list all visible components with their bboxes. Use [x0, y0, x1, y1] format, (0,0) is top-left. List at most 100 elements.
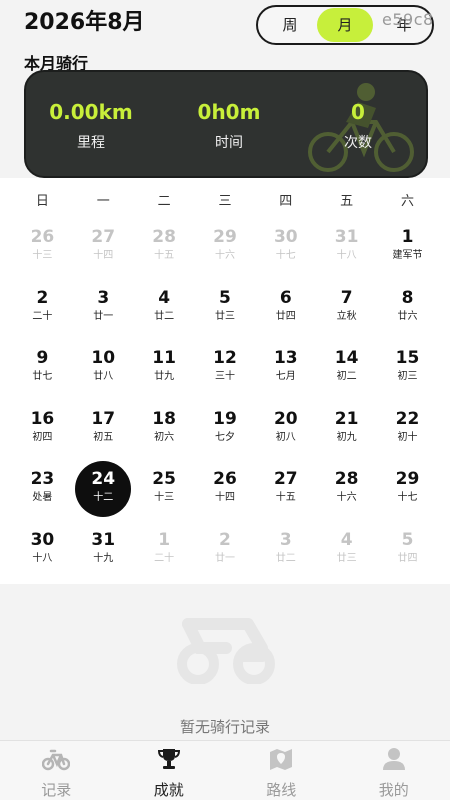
- lunar-date: 十七: [275, 250, 296, 261]
- lunar-date: 廿四: [397, 552, 418, 564]
- calendar-day[interactable]: 25 十三: [134, 467, 195, 528]
- lunar-date: 十三: [154, 492, 175, 503]
- day-number: 24: [91, 469, 116, 489]
- lunar-date: 廿九: [154, 371, 175, 382]
- calendar-day[interactable]: 12 三十: [195, 346, 256, 407]
- calendar-day[interactable]: 13 七月: [255, 346, 316, 407]
- segment-month[interactable]: 月: [317, 8, 373, 42]
- calendar-day[interactable]: 8 廿六: [377, 286, 438, 347]
- lunar-date: 十六: [214, 250, 235, 261]
- calendar-day[interactable]: 19 七夕: [195, 407, 256, 468]
- calendar-day[interactable]: 14 初二: [316, 346, 377, 407]
- day-number: 17: [91, 408, 116, 429]
- day-number: 4: [340, 529, 353, 550]
- lunar-date: 十四: [93, 250, 114, 261]
- calendar-day[interactable]: 7 立秋: [316, 286, 377, 347]
- header: 2026年8月 周 月 年 e59c8 本月骑行 0.00km 里程 0h0m …: [0, 0, 450, 178]
- tab-routes[interactable]: 路线: [225, 741, 338, 800]
- calendar-day[interactable]: 5 廿四: [377, 528, 438, 589]
- calendar-day[interactable]: 1 二十: [134, 528, 195, 589]
- lunar-date: 十八: [336, 250, 357, 261]
- lunar-date: 廿二: [275, 552, 296, 564]
- day-number: 10: [91, 348, 116, 368]
- day-number: 22: [395, 408, 420, 429]
- lunar-date: 十五: [154, 250, 175, 261]
- month-calendar: 日 一 二 三 四 五 六 26 十三 27 十四 28 十五 29 十六 30 十七 31 十八 1 建…: [0, 178, 450, 584]
- lunar-date: 七夕: [214, 431, 235, 443]
- day-number: 19: [213, 408, 237, 429]
- month-title[interactable]: 2026年8月: [24, 4, 145, 36]
- bottom-tab-bar: 记录 成就 路线 我的: [0, 740, 450, 800]
- tab-profile-label: 我的: [378, 781, 409, 799]
- calendar-day[interactable]: 3 廿二: [255, 528, 316, 589]
- lunar-date: 十四: [214, 492, 235, 503]
- calendar-day[interactable]: 31 十九: [73, 528, 134, 589]
- lunar-date: 处暑: [32, 492, 53, 503]
- day-number: 5: [401, 529, 414, 550]
- day-number: 1: [401, 227, 414, 247]
- person-icon: [382, 748, 405, 770]
- calendar-day[interactable]: 28 十六: [316, 467, 377, 528]
- calendar-day[interactable]: 30 十七: [255, 225, 316, 286]
- calendar-day[interactable]: 31 十八: [316, 225, 377, 286]
- weekday-label: 二: [157, 194, 171, 209]
- calendar-day[interactable]: 23 处暑: [12, 467, 73, 528]
- lunar-date: 立秋: [336, 310, 357, 322]
- calendar-day[interactable]: 22 初十: [377, 407, 438, 468]
- weekday-label: 四: [279, 194, 293, 209]
- calendar-day[interactable]: 27 十五: [255, 467, 316, 528]
- day-number: 21: [334, 408, 359, 429]
- day-number: 2: [36, 287, 49, 308]
- lunar-date: 初九: [336, 431, 357, 443]
- day-number: 14: [334, 348, 359, 368]
- calendar-day[interactable]: 3 廿一: [73, 286, 134, 347]
- calendar-day[interactable]: 1 建军节: [377, 225, 438, 286]
- calendar-day[interactable]: 6 廿四: [255, 286, 316, 347]
- calendar-day[interactable]: 27 十四: [73, 225, 134, 286]
- lunar-date: 廿一: [93, 310, 114, 322]
- calendar-day[interactable]: 10 廿八: [73, 346, 134, 407]
- day-number: 11: [152, 348, 176, 368]
- calendar-day[interactable]: 11 廿九: [134, 346, 195, 407]
- calendar-day[interactable]: 18 初六: [134, 407, 195, 468]
- day-number: 5: [219, 287, 231, 308]
- calendar-day[interactable]: 26 十四: [195, 467, 256, 528]
- calendar-day[interactable]: 21 初九: [316, 407, 377, 468]
- calendar-day[interactable]: 30 十八: [12, 528, 73, 589]
- day-number: 28: [152, 227, 176, 247]
- day-number: 27: [91, 227, 116, 247]
- calendar-day[interactable]: 26 十三: [12, 225, 73, 286]
- calendar-day[interactable]: 15 初三: [377, 346, 438, 407]
- stat-time: 0h0m 时间: [184, 100, 274, 152]
- calendar-day[interactable]: 2 二十: [12, 286, 73, 347]
- tab-profile[interactable]: 我的: [338, 741, 450, 800]
- calendar-day-selected[interactable]: 24 十二: [73, 461, 134, 528]
- tab-routes-label: 路线: [266, 781, 297, 799]
- day-number: 16: [30, 408, 55, 429]
- calendar-day[interactable]: 16 初四: [12, 407, 73, 468]
- day-number: 7: [340, 287, 353, 308]
- calendar-day[interactable]: 2 廿一: [195, 528, 256, 589]
- day-number: 3: [279, 529, 292, 550]
- day-number: 25: [152, 469, 176, 489]
- calendar-day[interactable]: 28 十五: [134, 225, 195, 286]
- calendar-day[interactable]: 4 廿二: [134, 286, 195, 347]
- lunar-date: 廿一: [214, 552, 235, 564]
- calendar-day[interactable]: 5 廿三: [195, 286, 256, 347]
- calendar-day[interactable]: 9 廿七: [12, 346, 73, 407]
- tab-achievements[interactable]: 成就: [113, 741, 226, 800]
- stat-count-label: 次数: [344, 135, 372, 151]
- calendar-day[interactable]: 29 十六: [195, 225, 256, 286]
- tab-records[interactable]: 记录: [0, 741, 113, 800]
- lunar-date: 初八: [275, 431, 296, 443]
- stat-count: 0 次数: [322, 100, 394, 152]
- lunar-date: 廿七: [32, 371, 53, 382]
- segment-week[interactable]: 周: [266, 8, 314, 42]
- calendar-day[interactable]: 17 初五: [73, 407, 134, 468]
- tab-records-label: 记录: [41, 781, 72, 799]
- calendar-day[interactable]: 29 十七: [377, 467, 438, 528]
- day-number: 3: [97, 287, 110, 308]
- calendar-day[interactable]: 20 初八: [255, 407, 316, 468]
- calendar-day[interactable]: 4 廿三: [316, 528, 377, 589]
- empty-state: 暂无骑行记录: [0, 584, 450, 740]
